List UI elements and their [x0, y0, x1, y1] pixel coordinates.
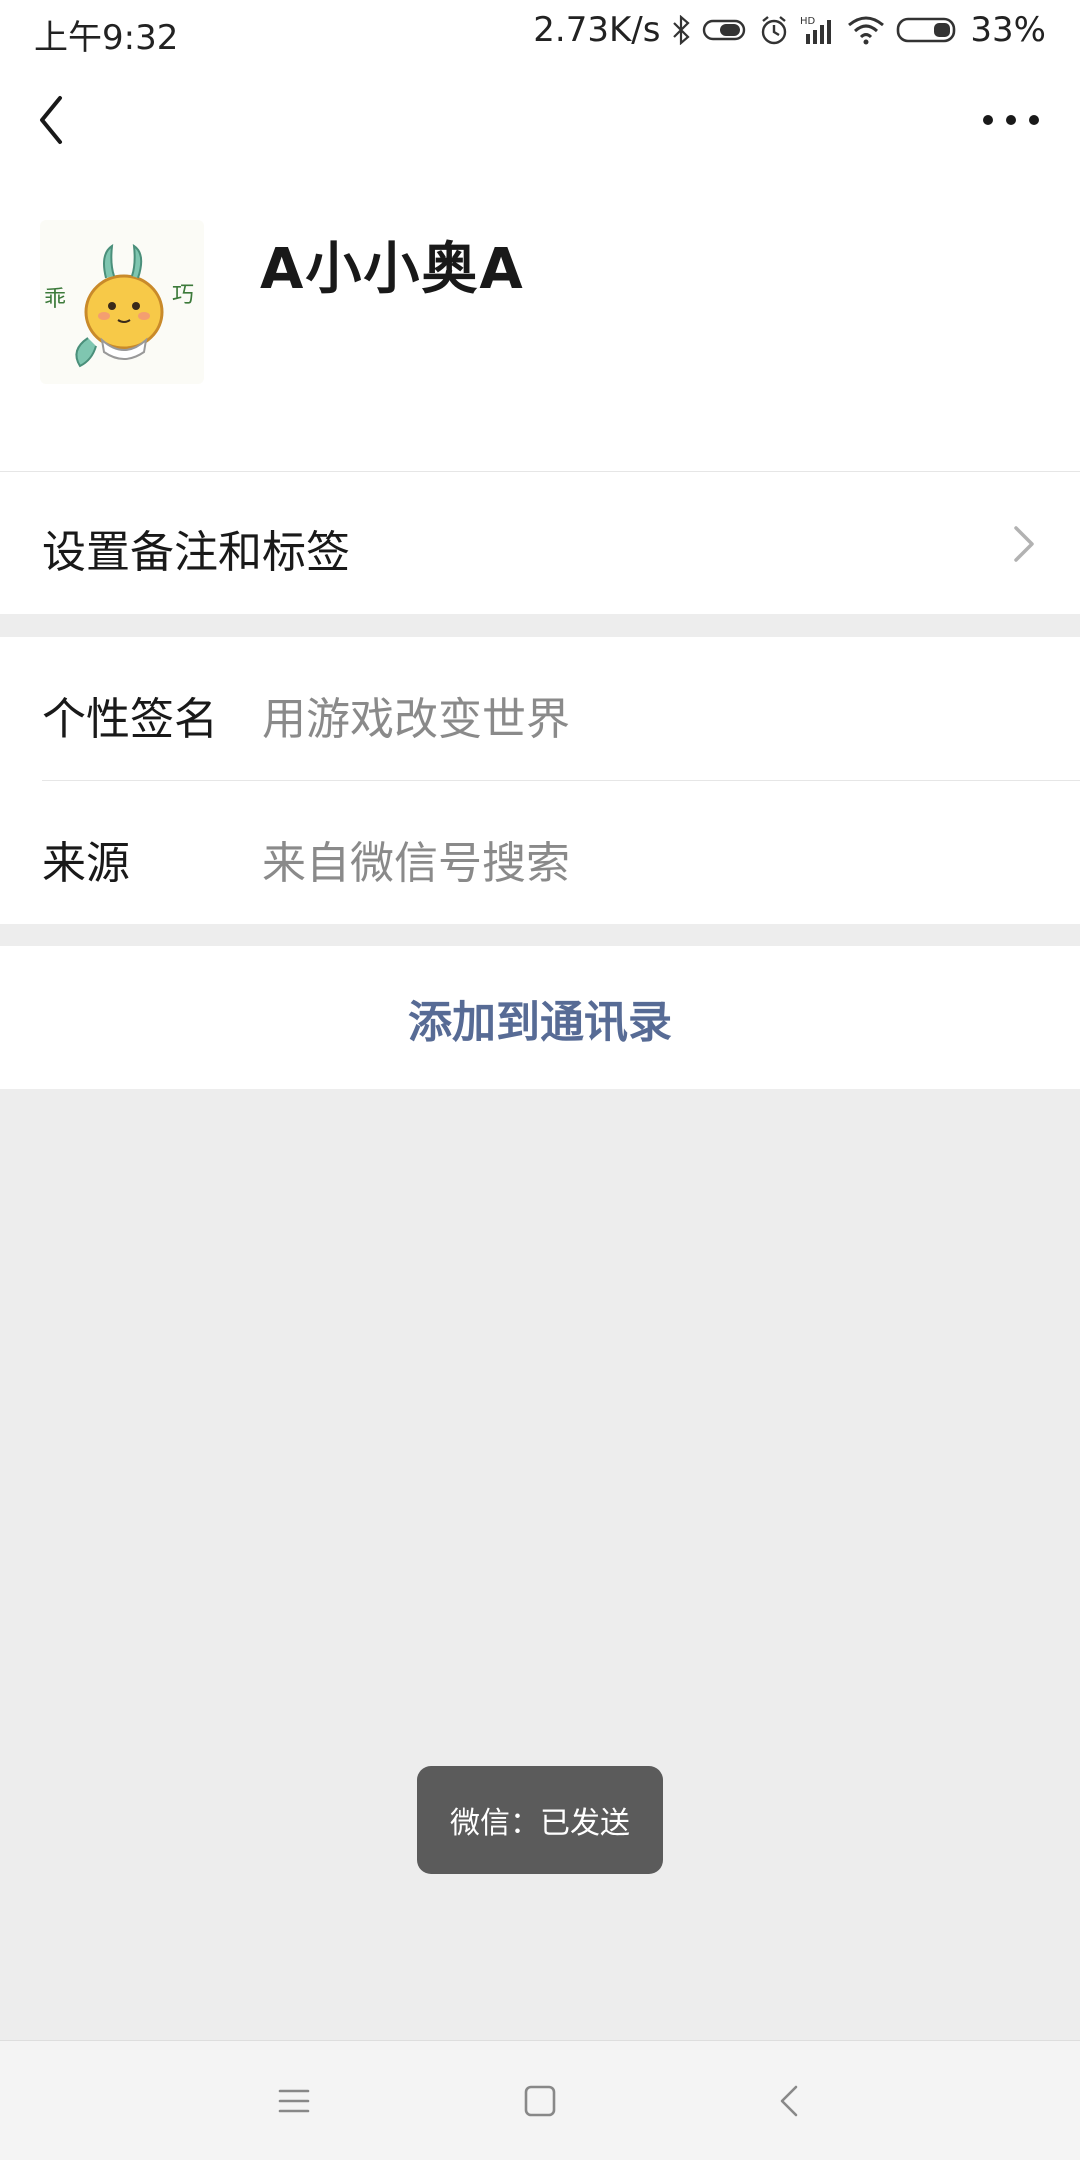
back-arrow-icon [780, 2085, 798, 2117]
bluetooth-icon [670, 15, 692, 45]
battery-icon [896, 15, 960, 45]
status-bar: 上午9:32 2.73K/s HD 33% [0, 0, 1080, 62]
dragon-avatar-icon: 乖 巧 [40, 220, 204, 384]
info-row-signature: 个性签名 用游戏改变世界 [0, 637, 1080, 781]
hd-signal-icon: HD [800, 14, 836, 46]
remark-and-tags-row[interactable]: 设置备注和标签 [0, 472, 1080, 614]
back-chevron-icon [40, 96, 62, 144]
info-value: 用游戏改变世界 [262, 694, 570, 745]
toast-text: 微信：已发送 [450, 1806, 630, 1841]
info-key: 个性签名 [42, 694, 218, 745]
top-nav [0, 62, 1080, 180]
menu-icon [278, 2089, 310, 2113]
svg-text:乖: 乖 [44, 287, 66, 312]
home-square-icon [524, 2085, 556, 2117]
back-button[interactable] [30, 90, 90, 150]
info-value: 来自微信号搜索 [262, 838, 570, 889]
wifi-icon [846, 15, 886, 45]
profile-header: 乖 巧 A小小奥A [0, 180, 1080, 472]
status-time: 上午9:32 [34, 18, 179, 58]
add-to-contacts-button[interactable]: 添加到通讯录 [0, 946, 1080, 1089]
battery-percent: 33% [970, 10, 1046, 50]
system-back-button[interactable] [760, 2071, 820, 2131]
info-section: 个性签名 用游戏改变世界 来源 来自微信号搜索 [0, 637, 1080, 924]
svg-text:HD: HD [800, 16, 816, 27]
net-speed: 2.73K/s [533, 10, 661, 50]
system-nav-bar [0, 2040, 1080, 2160]
display-name: A小小奥A [260, 237, 525, 302]
add-to-contacts-label: 添加到通讯录 [408, 996, 672, 1048]
status-icons: 2.73K/s HD 33% [533, 10, 1046, 50]
svg-text:巧: 巧 [172, 283, 194, 308]
home-button[interactable] [510, 2071, 570, 2131]
remark-label: 设置备注和标签 [42, 527, 350, 578]
recent-apps-button[interactable] [264, 2071, 324, 2131]
more-dots-icon [983, 115, 1039, 125]
chevron-right-icon [1014, 526, 1034, 562]
toggle-icon [702, 15, 748, 45]
avatar[interactable]: 乖 巧 [40, 220, 204, 384]
alarm-icon [758, 14, 790, 46]
info-row-source: 来源 来自微信号搜索 [0, 781, 1080, 924]
info-key: 来源 [42, 838, 130, 889]
more-button[interactable] [976, 100, 1046, 140]
toast-message: 微信：已发送 [417, 1766, 663, 1874]
